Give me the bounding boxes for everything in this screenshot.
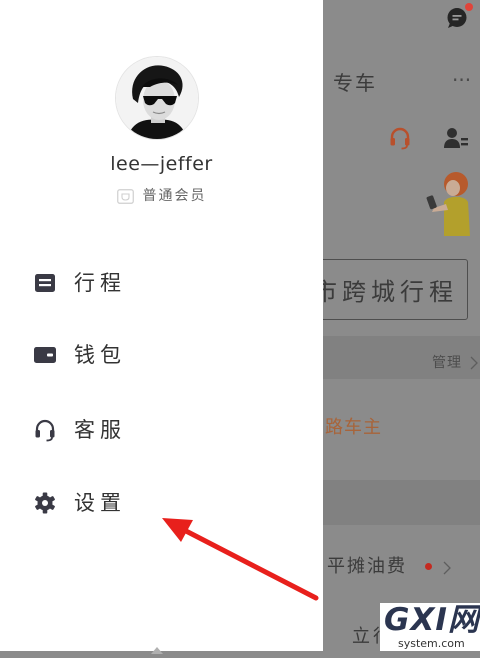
- watermark-logo: GXI网 system.com: [380, 603, 480, 651]
- chevron-right-icon: [443, 560, 451, 575]
- menu-label: 客服: [74, 417, 126, 442]
- message-icon: [446, 7, 468, 29]
- member-level-badge: 普通会员: [0, 187, 323, 205]
- contacts-icon: [443, 125, 469, 151]
- menu-item-settings[interactable]: 设置: [32, 478, 282, 528]
- menu-item-itinerary[interactable]: 行程: [32, 258, 282, 308]
- section-divider: [300, 480, 480, 525]
- status-dot: [425, 563, 432, 570]
- watermark-domain: system.com: [398, 637, 465, 650]
- more-menu-button: ···: [452, 68, 472, 92]
- promo-illustration: [418, 168, 472, 238]
- menu-label: 钱包: [74, 342, 126, 367]
- headset-icon: [32, 417, 58, 443]
- wallet-icon: [32, 342, 58, 368]
- driver-link: 路车主: [325, 417, 382, 438]
- notification-dot: [465, 3, 473, 11]
- menu-item-wallet[interactable]: 钱包: [32, 330, 282, 380]
- member-badge-icon: [116, 188, 134, 204]
- menu-item-customer-service[interactable]: 客服: [32, 405, 282, 455]
- intercity-trip-label: 市跨城行程: [313, 278, 458, 306]
- itinerary-icon: [32, 270, 58, 296]
- tab-premier-car: 专车: [333, 71, 377, 95]
- chevron-up-icon[interactable]: [151, 639, 163, 654]
- side-drawer: lee—jeffer 普通会员 行程 钱包 客服 设置: [0, 0, 323, 654]
- watermark-brand: GXI网: [384, 602, 480, 638]
- menu-label: 行程: [74, 270, 126, 295]
- manage-link: 管理: [432, 355, 462, 371]
- customer-service-icon: [388, 126, 412, 150]
- fuel-share-label: 平摊油费: [327, 556, 407, 577]
- menu-label: 设置: [74, 490, 126, 515]
- gear-icon: [32, 490, 58, 516]
- chevron-right-icon: [470, 355, 478, 370]
- username: lee—jeffer: [110, 153, 213, 175]
- member-level-label: 普通会员: [142, 188, 207, 204]
- avatar[interactable]: [116, 57, 198, 139]
